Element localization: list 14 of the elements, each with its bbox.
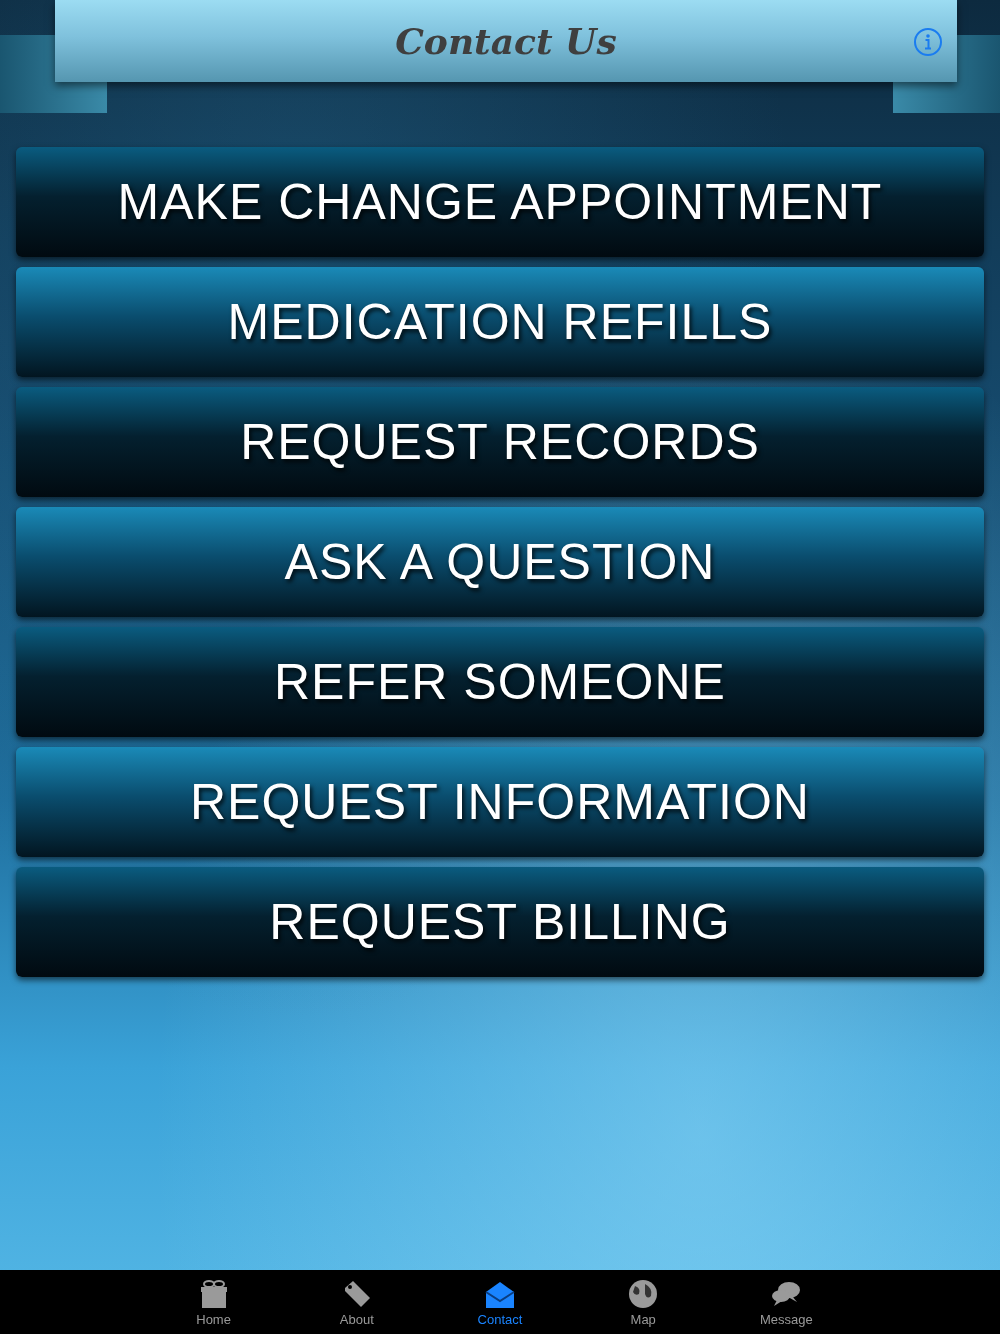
menu-button[interactable]: MEDICATION REFILLS <box>16 267 984 377</box>
tab[interactable]: Home <box>142 1270 286 1334</box>
menu-button[interactable]: REFER SOMEONE <box>16 627 984 737</box>
menu-button[interactable]: REQUEST BILLING <box>16 867 984 977</box>
info-icon[interactable] <box>913 27 943 57</box>
page-title: Contact Us <box>395 20 617 62</box>
tab[interactable]: About <box>285 1270 429 1334</box>
tab[interactable]: Message <box>714 1270 858 1334</box>
tab[interactable]: Contact <box>428 1270 572 1334</box>
menu-button[interactable]: REQUEST INFORMATION <box>16 747 984 857</box>
menu-button[interactable]: ASK A QUESTION <box>16 507 984 617</box>
menu-button[interactable]: MAKE CHANGE APPOINTMENT <box>16 147 984 257</box>
menu-button[interactable]: REQUEST RECORDS <box>16 387 984 497</box>
tab[interactable]: Map <box>571 1270 715 1334</box>
